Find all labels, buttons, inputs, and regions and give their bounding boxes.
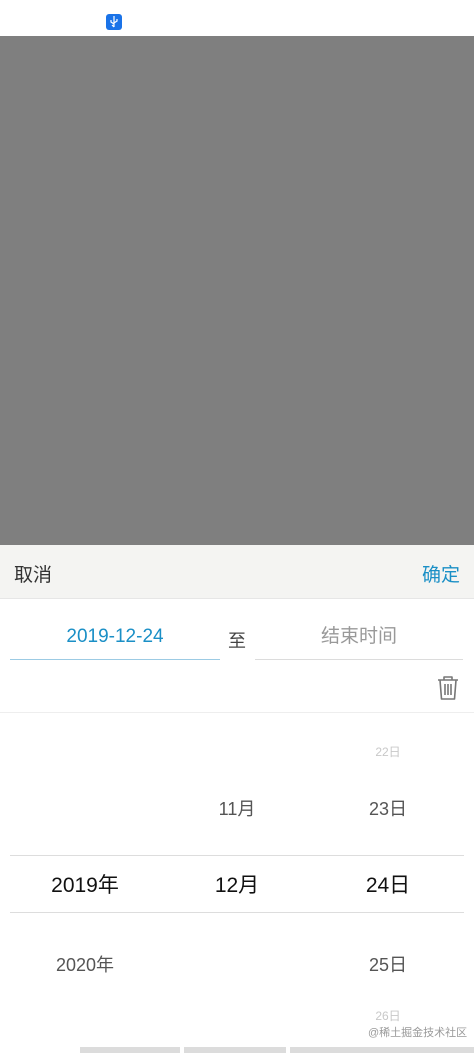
day-option[interactable]: 22日 bbox=[333, 743, 443, 760]
year-option-selected[interactable]: 2019年 bbox=[30, 869, 140, 899]
confirm-button[interactable]: 确定 bbox=[422, 560, 460, 587]
year-option[interactable]: 2020年 bbox=[30, 951, 140, 977]
end-date-field[interactable]: 结束时间 bbox=[255, 617, 463, 660]
watermark: @稀土掘金技术社区 bbox=[366, 1023, 470, 1041]
trash-icon[interactable] bbox=[436, 675, 460, 701]
month-option[interactable]: 11月 bbox=[182, 795, 292, 821]
range-separator: 至 bbox=[228, 631, 246, 651]
sheet-header: 取消 确定 bbox=[0, 545, 474, 599]
modal-backdrop[interactable] bbox=[0, 36, 474, 545]
bottom-dividers bbox=[80, 1047, 474, 1053]
date-range-row: 2019-12-24 至 结束时间 bbox=[0, 599, 474, 665]
day-option-selected[interactable]: 24日 bbox=[333, 869, 443, 899]
day-option[interactable]: 23日 bbox=[333, 795, 443, 821]
date-picker-wheels[interactable]: 2019年 2020年 11月 12月 22日 23日 24日 25日 26日 bbox=[0, 713, 474, 1053]
date-range-sheet: 取消 确定 2019-12-24 至 结束时间 2019年 2020年 11月 … bbox=[0, 545, 474, 1053]
usb-icon bbox=[106, 14, 122, 30]
start-date-field[interactable]: 2019-12-24 bbox=[10, 617, 220, 660]
status-bar bbox=[0, 0, 474, 36]
day-option[interactable]: 26日 bbox=[333, 1007, 443, 1024]
month-option-selected[interactable]: 12月 bbox=[182, 869, 292, 899]
day-option[interactable]: 25日 bbox=[333, 951, 443, 977]
tools-row bbox=[0, 665, 474, 713]
cancel-button[interactable]: 取消 bbox=[14, 560, 52, 587]
